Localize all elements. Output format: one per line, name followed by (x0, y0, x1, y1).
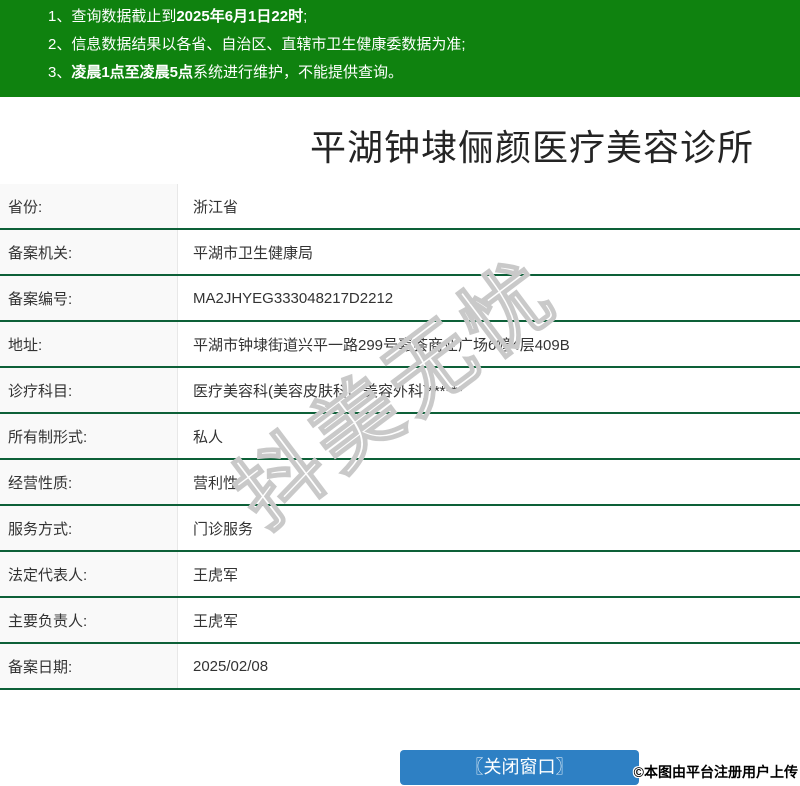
table-row-ownership: 所有制形式: 私人 (0, 414, 800, 460)
row-value: 王虎军 (193, 612, 239, 630)
row-value: MA2JHYEG333048217D2212 (193, 289, 394, 307)
table-row-filing-authority: 备案机关: 平湖市卫生健康局 (0, 230, 800, 276)
row-value: 医疗美容科(美容皮肤科、美容外科)****** (193, 382, 464, 400)
notice-1-suffix: ; (303, 8, 308, 25)
notice-line-2: 2、信息数据结果以各省、自治区、直辖市卫生健康委数据为准; (48, 31, 800, 59)
record-table: 省份: 浙江省 备案机关: 平湖市卫生健康局 备案编号: MA2JHYEG333… (0, 184, 800, 690)
row-value: 营利性 (193, 474, 239, 492)
notice-list: 1、查询数据截止到2025年6月1日22时; 2、信息数据结果以各省、自治区、直… (0, 0, 800, 87)
notice-header: 1、查询数据截止到2025年6月1日22时; 2、信息数据结果以各省、自治区、直… (0, 0, 800, 97)
table-row-filing-number: 备案编号: MA2JHYEG333048217D2212 (0, 276, 800, 322)
row-label: 法定代表人: (0, 552, 178, 596)
notice-3-suffix: 系统进行维护，不能提供查询。 (193, 64, 404, 81)
table-row-service-mode: 服务方式: 门诊服务 (0, 506, 800, 552)
row-value: 门诊服务 (193, 520, 254, 538)
notice-line-3: 3、凌晨1点至凌晨5点系统进行维护，不能提供查询。 (48, 59, 800, 87)
row-value: 2025/02/08 (193, 657, 269, 675)
row-value: 王虎军 (193, 566, 239, 584)
table-row-address: 地址: 平湖市钟埭街道兴平一路299号嘉荟商业广场6幢4层409B (0, 322, 800, 368)
close-window-button[interactable]: 〖关闭窗口〗 (400, 750, 639, 785)
notice-3-bold: 凌晨1点至凌晨5点 (71, 64, 194, 81)
row-label: 主要负责人: (0, 598, 178, 642)
table-row-province: 省份: 浙江省 (0, 184, 800, 230)
row-label: 所有制形式: (0, 414, 178, 458)
notice-1-bold: 2025年6月1日22时 (176, 8, 304, 25)
row-value: 浙江省 (193, 198, 239, 216)
row-value: 平湖市钟埭街道兴平一路299号嘉荟商业广场6幢4层409B (193, 336, 570, 354)
row-label: 省份: (0, 184, 178, 228)
table-row-main-person-in-charge: 主要负责人: 王虎军 (0, 598, 800, 644)
row-value: 平湖市卫生健康局 (193, 244, 314, 262)
table-row-legal-representative: 法定代表人: 王虎军 (0, 552, 800, 598)
row-label: 地址: (0, 322, 178, 366)
notice-line-1: 1、查询数据截止到2025年6月1日22时; (48, 3, 800, 31)
row-label: 服务方式: (0, 506, 178, 550)
row-label: 经营性质: (0, 460, 178, 504)
table-row-business-nature: 经营性质: 营利性 (0, 460, 800, 506)
row-value: 私人 (193, 428, 224, 446)
row-label: 备案编号: (0, 276, 178, 320)
table-row-filing-date: 备案日期: 2025/02/08 (0, 644, 800, 690)
row-label: 诊疗科目: (0, 368, 178, 412)
notice-3-text: 3、 (48, 64, 72, 81)
notice-2-text: 2、信息数据结果以各省、自治区、直辖市卫生健康委数据为准; (48, 36, 466, 53)
notice-1-text: 1、查询数据截止到 (48, 8, 177, 25)
upload-caption: ©本图由平台注册用户上传 (633, 764, 798, 780)
table-row-medical-subjects: 诊疗科目: 医疗美容科(美容皮肤科、美容外科)****** (0, 368, 800, 414)
row-label: 备案日期: (0, 644, 178, 688)
row-label: 备案机关: (0, 230, 178, 274)
page-title: 平湖钟埭俪颜医疗美容诊所 (309, 127, 754, 168)
